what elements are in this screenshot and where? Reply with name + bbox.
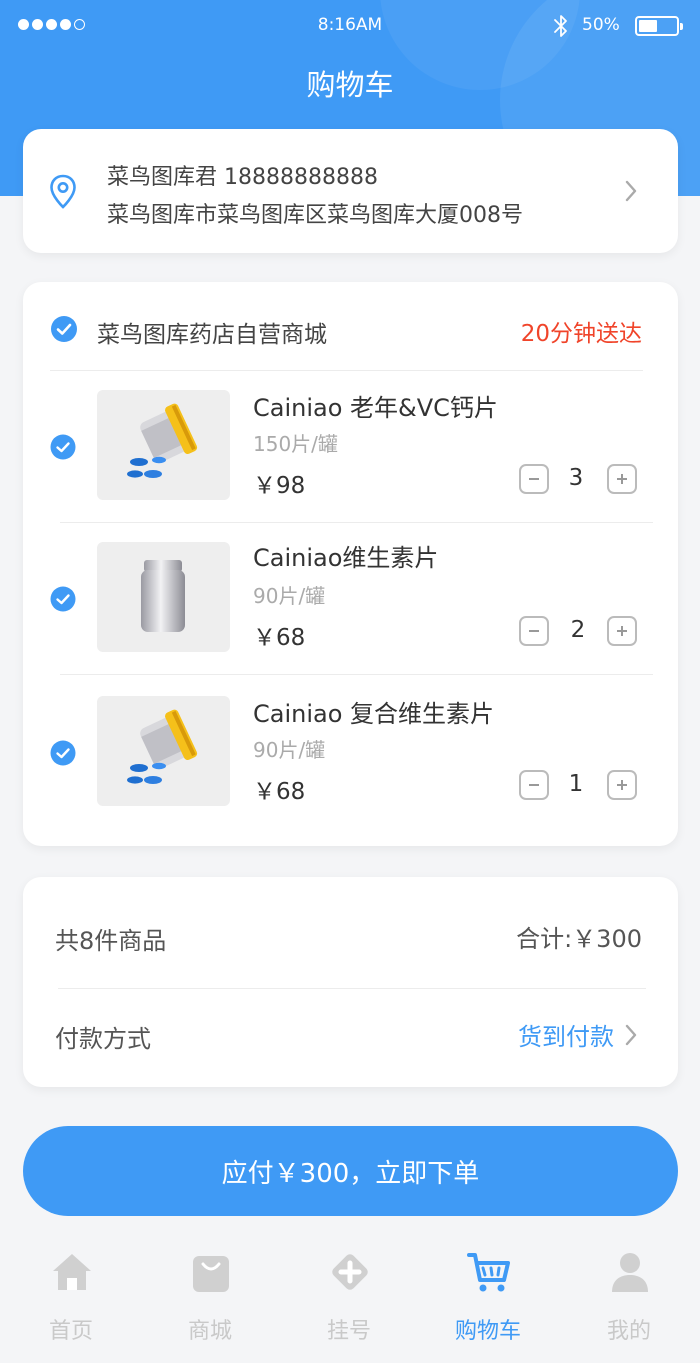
product-spec: 90片/罐 [253,738,326,762]
product-spec: 150片/罐 [253,432,338,456]
bluetooth-icon [554,15,567,37]
decrease-button[interactable] [519,616,549,646]
address-contact: 菜鸟图库君 18888888888 [107,165,378,190]
increase-button[interactable] [607,464,637,494]
product-image [97,390,230,500]
decrease-button[interactable] [519,464,549,494]
shopping-bag-icon [193,1256,229,1292]
product-spec: 90片/罐 [253,584,326,608]
divider [50,370,643,371]
product-image [97,696,230,806]
chevron-right-icon [625,180,637,202]
product-name: Cainiao 老年&VC钙片 [253,394,498,422]
product-name: Cainiao 复合维生素片 [253,700,495,728]
payment-method[interactable]: 货到付款 [518,1017,614,1052]
cart-item[interactable]: Cainiao维生素片 90片/罐 ￥68 2 [23,534,678,684]
address-detail: 菜鸟图库市菜鸟图库区菜鸟图库大厦008号 [107,203,523,228]
medical-cross-icon [332,1254,368,1290]
chevron-right-icon[interactable] [623,1023,639,1047]
store-name: 菜鸟图库药店自营商城 [97,322,327,348]
item-checkbox[interactable] [50,434,76,460]
divider [58,988,646,989]
divider [60,674,653,675]
increase-button[interactable] [607,616,637,646]
divider [60,522,653,523]
item-checkbox[interactable] [50,740,76,766]
quantity-value: 1 [568,771,584,797]
decrease-button[interactable] [519,770,549,800]
product-image [97,542,230,652]
increase-button[interactable] [607,770,637,800]
tab-label: 挂号 [326,1319,371,1344]
tab-label: 购物车 [454,1319,521,1344]
status-bar: 8:16AM 50% [0,0,700,50]
page-title: 购物车 [306,68,394,102]
address-card[interactable]: 菜鸟图库君 18888888888 菜鸟图库市菜鸟图库区菜鸟图库大厦008号 [23,129,678,253]
product-price: ￥98 [253,473,306,499]
battery-icon [635,16,683,36]
order-total: 合计:￥300 [516,925,642,953]
tab-bar: 首页 商城 挂号 购物车 我的 [0,1240,700,1363]
cart-item[interactable]: Cainiao 复合维生素片 90片/罐 ￥68 1 [23,688,678,838]
product-price: ￥68 [253,779,306,805]
location-pin-icon [50,174,76,209]
tab-label: 首页 [48,1319,93,1344]
product-name: Cainiao维生素片 [253,544,439,572]
cart-item[interactable]: Cainiao 老年&VC钙片 150片/罐 ￥98 3 [23,382,678,532]
store-checkbox[interactable] [50,315,78,343]
battery-percent: 50% [582,15,620,35]
tab-label: 我的 [606,1319,651,1344]
quantity-value: 2 [570,617,586,643]
delivery-time: 20分钟送达 [520,321,642,347]
submit-order-button[interactable]: 应付￥300，立即下单 [23,1126,678,1216]
item-count: 共8件商品 [55,927,167,955]
product-price: ￥68 [253,625,306,651]
tab-label: 商城 [187,1319,232,1344]
user-icon [612,1253,648,1292]
item-checkbox[interactable] [50,586,76,612]
cart-card: 菜鸟图库药店自营商城 20分钟送达 Cainiao 老年&VC钙片 150片/罐… [23,282,678,846]
payment-label: 付款方式 [55,1025,151,1053]
order-summary-card: 共8件商品 合计:￥300 付款方式 货到付款 [23,877,678,1087]
home-icon [53,1254,91,1290]
quantity-value: 3 [568,465,584,491]
shopping-cart-icon [467,1253,510,1292]
